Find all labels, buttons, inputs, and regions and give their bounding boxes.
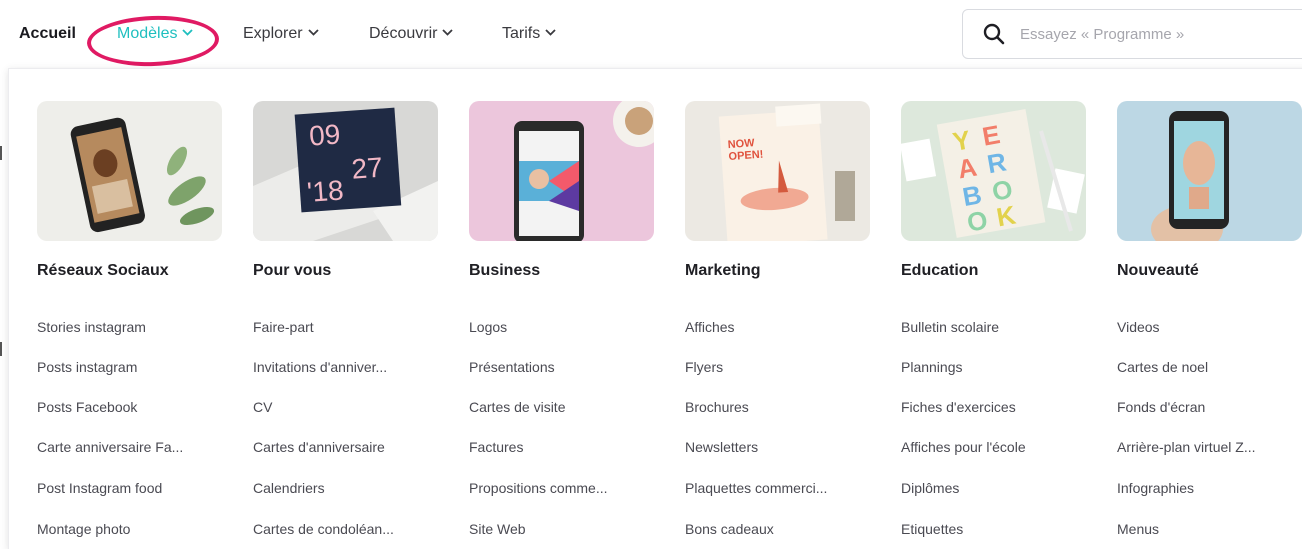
category-link[interactable]: Infographies — [1117, 480, 1194, 496]
category-link[interactable]: Montage photo — [37, 521, 130, 537]
category-link[interactable]: Newsletters — [685, 439, 758, 455]
yearbook-image: YE AR BO OK — [901, 101, 1086, 241]
category-link[interactable]: Affiches — [685, 319, 735, 335]
svg-text:09: 09 — [308, 119, 341, 152]
category-column-social: Réseaux Sociaux Stories instagram Posts in… — [37, 101, 237, 537]
category-link[interactable]: Plaquettes commerci... — [685, 480, 827, 496]
category-link[interactable]: Cartes de condoléan... — [253, 521, 394, 537]
category-thumbnail-for-you[interactable]: 09 27 '18 — [253, 101, 438, 241]
nav-pricing-label: Tarifs — [502, 25, 541, 42]
category-link[interactable]: Propositions comme... — [469, 480, 608, 496]
category-column-marketing: NOW OPEN! Marketing Affiches Flyers Brochur… — [685, 101, 885, 537]
category-column-business: Business Logos Présentations Cartes de visi… — [469, 101, 669, 537]
category-link[interactable]: Stories instagram — [37, 319, 146, 335]
category-title[interactable]: Réseaux Sociaux — [37, 262, 169, 280]
svg-text:'18: '18 — [306, 174, 345, 207]
category-link[interactable]: Cartes d'anniversaire — [253, 439, 385, 455]
category-link[interactable]: Etiquettes — [901, 521, 963, 537]
category-link[interactable]: Factures — [469, 439, 523, 455]
category-link[interactable]: Posts Facebook — [37, 399, 137, 415]
category-title[interactable]: Business — [469, 262, 540, 280]
category-link[interactable]: Logos — [469, 319, 507, 335]
category-title[interactable]: Pour vous — [253, 262, 331, 280]
window-edge-mark — [0, 342, 2, 356]
category-column-for-you: 09 27 '18 Pour vous Faire-part Invitations… — [253, 101, 453, 537]
nav-discover[interactable]: Découvrir — [369, 22, 454, 46]
category-link[interactable]: Carte anniversaire Fa... — [37, 439, 183, 455]
chevron-down-icon — [442, 29, 454, 36]
category-link[interactable]: CV — [253, 399, 272, 415]
category-link[interactable]: Présentations — [469, 359, 555, 375]
search-icon — [983, 23, 1005, 45]
category-link[interactable]: Site Web — [469, 521, 526, 537]
category-link[interactable]: Plannings — [901, 359, 963, 375]
highlight-circle — [86, 13, 220, 69]
category-thumbnail-social[interactable] — [37, 101, 222, 241]
category-link[interactable]: Brochures — [685, 399, 749, 415]
category-link[interactable]: Posts instagram — [37, 359, 137, 375]
category-title[interactable]: Education — [901, 262, 978, 280]
chevron-down-icon — [545, 29, 556, 36]
category-link[interactable]: Arrière-plan virtuel Z... — [1117, 439, 1255, 455]
nav-pricing[interactable]: Tarifs — [502, 22, 556, 46]
search-input[interactable] — [1020, 22, 1280, 46]
category-link[interactable]: Faire-part — [253, 319, 314, 335]
category-link[interactable]: Flyers — [685, 359, 723, 375]
category-link[interactable]: Menus — [1117, 521, 1159, 537]
nav-home[interactable]: Accueil — [19, 22, 76, 46]
category-column-education: YE AR BO OK Education Bulletin scolaire Pl… — [901, 101, 1101, 537]
category-title[interactable]: Nouveauté — [1117, 262, 1199, 280]
nav-explorer-label: Explorer — [243, 25, 303, 42]
save-the-date-card-image: 09 27 '18 — [253, 101, 438, 241]
category-thumbnail-education[interactable]: YE AR BO OK — [901, 101, 1086, 241]
video-phone-image — [1117, 101, 1302, 241]
business-phone-image — [469, 101, 654, 241]
category-link[interactable]: Fiches d'exercices — [901, 399, 1016, 415]
nav-explorer[interactable]: Explorer — [243, 22, 319, 46]
category-thumbnail-marketing[interactable]: NOW OPEN! — [685, 101, 870, 241]
svg-text:OPEN!: OPEN! — [728, 149, 764, 163]
category-thumbnail-business[interactable] — [469, 101, 654, 241]
category-link[interactable]: Bulletin scolaire — [901, 319, 999, 335]
search-box[interactable] — [962, 9, 1302, 59]
category-link[interactable]: Invitations d'anniver... — [253, 359, 387, 375]
category-link[interactable]: Cartes de noel — [1117, 359, 1208, 375]
category-link[interactable]: Videos — [1117, 319, 1160, 335]
category-link[interactable]: Diplômes — [901, 480, 959, 496]
svg-text:27: 27 — [351, 152, 384, 185]
category-link[interactable]: Calendriers — [253, 480, 325, 496]
phone-story-image — [37, 101, 222, 241]
window-edge-mark — [0, 146, 2, 160]
category-link[interactable]: Affiches pour l'école — [901, 439, 1026, 455]
category-link[interactable]: Post Instagram food — [37, 480, 162, 496]
nav-discover-label: Découvrir — [369, 25, 438, 42]
category-link[interactable]: Cartes de visite — [469, 399, 565, 415]
category-thumbnail-new[interactable] — [1117, 101, 1302, 241]
category-title[interactable]: Marketing — [685, 262, 761, 280]
chevron-down-icon — [307, 29, 319, 36]
category-column-new: Nouveauté Videos Cartes de noel Fonds d'écr… — [1117, 101, 1302, 537]
category-link[interactable]: Bons cadeaux — [685, 521, 774, 537]
restaurant-flyer-image: NOW OPEN! — [685, 101, 870, 241]
category-link[interactable]: Fonds d'écran — [1117, 399, 1205, 415]
top-navigation: Accueil Modèles Explorer Découvrir Tarif… — [0, 0, 1302, 70]
